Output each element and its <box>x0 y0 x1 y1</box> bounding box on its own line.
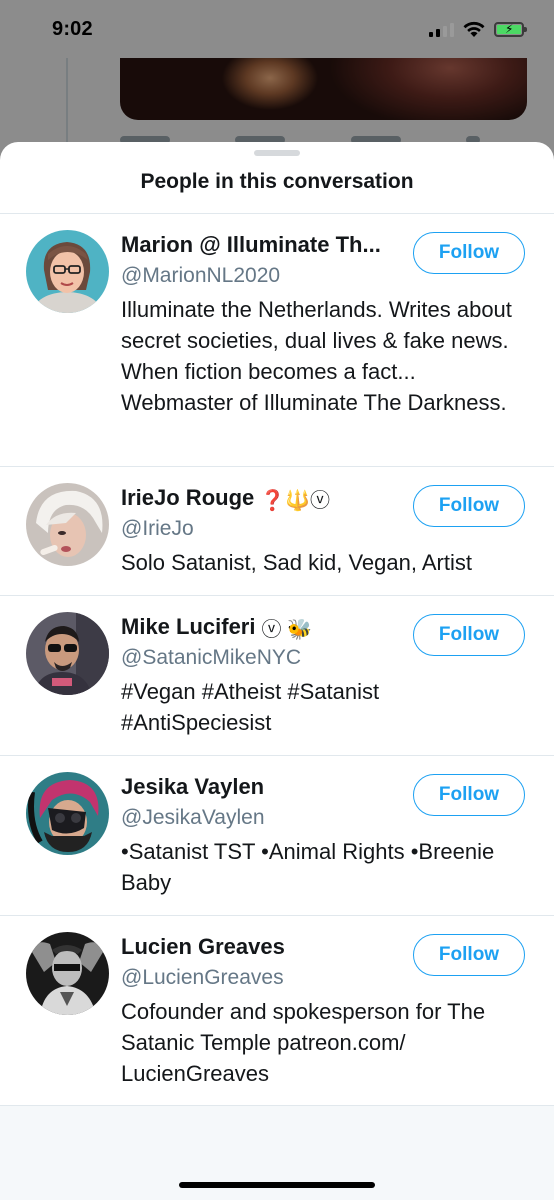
name-badges: ❓🔱ⓥ <box>260 489 331 512</box>
home-indicator[interactable] <box>179 1182 375 1188</box>
user-bio: Solo Satanist, Sad kid, Vegan, Artist <box>121 550 472 575</box>
display-name: Mike Luciferi <box>121 614 256 639</box>
status-time: 9:02 <box>52 17 93 40</box>
people-list: Marion @ Illuminate Th... @MarionNL2020 … <box>0 214 554 1106</box>
display-name: IrieJo Rouge <box>121 485 255 510</box>
person-row[interactable]: IrieJo Rouge ❓🔱ⓥ @IrieJo Solo Satanist, … <box>0 467 554 596</box>
person-row[interactable]: Lucien Greaves @LucienGreaves Cofounder … <box>0 916 554 1106</box>
person-row[interactable]: Mike Luciferi ⓥ 🐝 @SatanicMikeNYC #Vegan… <box>0 596 554 756</box>
person-row[interactable]: Marion @ Illuminate Th... @MarionNL2020 … <box>0 214 554 467</box>
battery-icon: ⚡ <box>494 21 527 37</box>
user-bio: Illuminate the Netherlands. Writes about… <box>121 297 512 415</box>
people-sheet: People in this conversation Marion @ Ill… <box>0 142 554 1200</box>
follow-button[interactable]: Follow <box>413 774 525 816</box>
avatar[interactable] <box>26 230 109 313</box>
user-bio: #Vegan #Atheist #Satanist #AntiSpeciesis… <box>121 679 380 735</box>
user-bio: Cofounder and spokesperson for The Satan… <box>121 999 486 1086</box>
avatar[interactable] <box>26 932 109 1015</box>
display-name: Lucien Greaves <box>121 934 285 959</box>
display-name: Jesika Vaylen <box>121 774 265 799</box>
avatar[interactable] <box>26 612 109 695</box>
avatar[interactable] <box>26 772 109 855</box>
status-bar: 9:02 ⚡ <box>0 0 554 58</box>
status-icons: ⚡ <box>429 20 527 38</box>
sheet-grabber-handle[interactable] <box>254 150 300 156</box>
sheet-title: People in this conversation <box>140 170 414 193</box>
follow-button[interactable]: Follow <box>413 614 525 656</box>
display-name: Marion @ Illuminate Th... <box>121 232 381 257</box>
name-badges: ⓥ 🐝 <box>261 618 312 641</box>
cellular-signal-icon <box>429 21 454 37</box>
wifi-icon <box>463 21 485 37</box>
follow-button[interactable]: Follow <box>413 934 525 976</box>
avatar[interactable] <box>26 483 109 566</box>
person-row[interactable]: Jesika Vaylen @JesikaVaylen •Satanist TS… <box>0 756 554 916</box>
follow-button[interactable]: Follow <box>413 485 525 527</box>
user-bio: •Satanist TST •Animal Rights •Breenie Ba… <box>121 839 495 895</box>
follow-button[interactable]: Follow <box>413 232 525 274</box>
